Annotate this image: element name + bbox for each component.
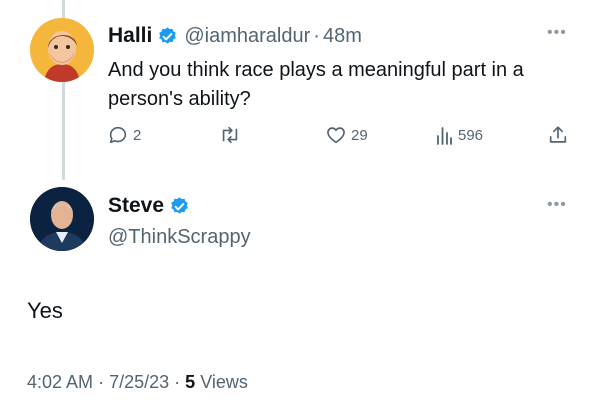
reply-author-handle[interactable]: @ThinkScrappy xyxy=(108,226,251,249)
share-icon xyxy=(549,126,567,143)
separator-dot: · xyxy=(313,24,320,47)
heart-icon xyxy=(327,127,345,144)
reply-button[interactable]: 2 xyxy=(107,124,141,146)
view-count: 596 xyxy=(458,126,484,144)
author-display-name[interactable]: Halli xyxy=(108,24,152,48)
reply-text: Yes xyxy=(27,298,63,323)
more-horizontal-icon[interactable]: ••• xyxy=(547,25,567,41)
retweet-button[interactable] xyxy=(218,124,242,146)
reply-icon xyxy=(109,126,127,144)
reply-date[interactable]: 7/25/23 xyxy=(109,372,169,392)
reply-views-label: Views xyxy=(200,372,248,392)
reply-count: 2 xyxy=(133,126,142,144)
tweet-timestamp[interactable]: 48m xyxy=(323,25,362,48)
verified-badge-icon xyxy=(169,196,190,217)
avatar-steve[interactable] xyxy=(30,187,94,251)
like-button[interactable]: 29 xyxy=(325,124,368,146)
tweet-text: And you think race plays a meaningful pa… xyxy=(108,59,524,110)
reply-metadata: 4:02 AM · 7/25/23 · 5 Views xyxy=(27,372,248,393)
reply-views-count: 5 xyxy=(185,372,196,392)
author-handle[interactable]: @iamharaldur xyxy=(184,25,310,48)
tweet-header: Halli @iamharaldur · 48m xyxy=(108,24,362,48)
more-horizontal-icon[interactable]: ••• xyxy=(547,197,567,213)
reply-time[interactable]: 4:02 AM xyxy=(27,372,93,392)
tweet-action-bar: 2 29 596 xyxy=(0,124,601,150)
views-chart-icon xyxy=(437,127,452,145)
avatar-halli[interactable] xyxy=(30,18,94,82)
views-button[interactable]: 596 xyxy=(434,124,483,146)
like-count: 29 xyxy=(351,126,368,144)
verified-badge-icon xyxy=(157,26,178,47)
reply-header: Steve xyxy=(108,194,196,218)
share-button[interactable] xyxy=(547,124,569,146)
reply-author-display-name[interactable]: Steve xyxy=(108,194,164,218)
retweet-icon xyxy=(222,126,238,144)
separator-dot: · xyxy=(98,372,105,392)
separator-dot: · xyxy=(174,372,181,392)
